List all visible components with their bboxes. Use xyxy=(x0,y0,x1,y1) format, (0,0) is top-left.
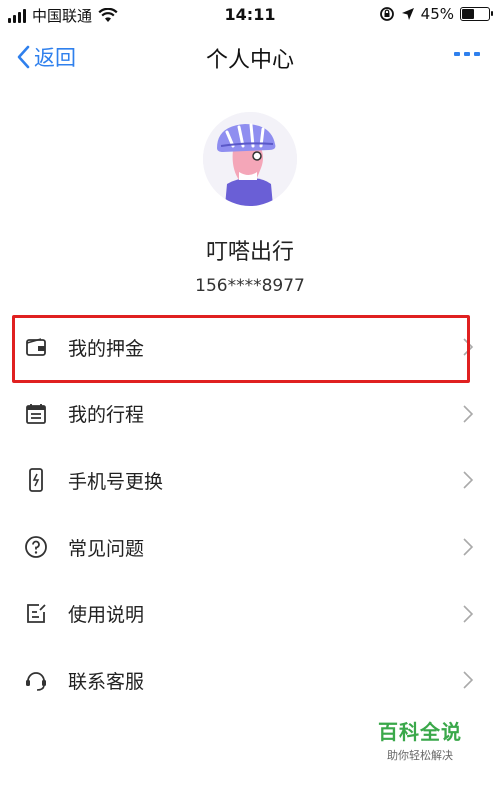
instructions-icon xyxy=(24,602,48,626)
more-icon[interactable] xyxy=(454,52,480,56)
menu-item-label: 使用说明 xyxy=(68,604,145,627)
menu-item-label: 常见问题 xyxy=(68,537,145,560)
chevron-right-icon xyxy=(463,405,474,423)
chevron-right-icon xyxy=(463,471,474,490)
chevron-right-icon xyxy=(463,338,474,356)
nav-bar: 返回 个人中心 xyxy=(0,30,500,82)
chevron-right-icon xyxy=(463,538,474,556)
profile-name: 叮嗒出行 xyxy=(205,240,294,265)
calendar-icon xyxy=(24,402,48,426)
cyclist-avatar-icon xyxy=(203,112,297,206)
menu-list: 我的押金 我的行程 手机号更换 常见问题 使用说明 联系客服 xyxy=(0,314,500,714)
menu-item-deposit[interactable]: 我的押金 xyxy=(0,314,500,381)
status-bar: 中国联通 14:11 45% xyxy=(0,0,500,30)
headset-icon xyxy=(24,668,48,692)
menu-item-label: 联系客服 xyxy=(68,670,145,693)
rotation-lock-icon xyxy=(379,7,394,21)
menu-item-trips[interactable]: 我的行程 xyxy=(0,381,500,448)
menu-item-faq[interactable]: 常见问题 xyxy=(0,514,500,581)
battery-fill xyxy=(462,9,474,19)
chevron-right-icon xyxy=(463,605,474,623)
menu-item-label: 我的押金 xyxy=(68,337,145,360)
watermark-title: 百科全说 xyxy=(378,720,462,744)
question-icon xyxy=(24,535,48,559)
page-title: 个人中心 xyxy=(205,48,294,73)
location-icon xyxy=(401,8,414,20)
profile-phone: 156****8977 xyxy=(195,276,305,296)
watermark: 百科全说 助你轻松解决 xyxy=(378,716,462,763)
menu-item-label: 手机号更换 xyxy=(68,470,164,493)
chevron-right-icon xyxy=(463,671,474,689)
avatar[interactable] xyxy=(203,112,297,206)
wallet-icon xyxy=(24,335,48,359)
menu-item-instructions[interactable]: 使用说明 xyxy=(0,580,500,647)
menu-item-support[interactable]: 联系客服 xyxy=(0,647,500,714)
phone-icon xyxy=(24,468,48,493)
status-bar-right: 45% xyxy=(379,5,493,23)
menu-item-change-phone[interactable]: 手机号更换 xyxy=(0,447,500,514)
watermark-subtitle: 助你轻松解决 xyxy=(387,749,453,762)
battery-icon xyxy=(460,7,493,21)
battery-percent: 45% xyxy=(420,5,454,23)
menu-item-label: 我的行程 xyxy=(68,404,145,427)
